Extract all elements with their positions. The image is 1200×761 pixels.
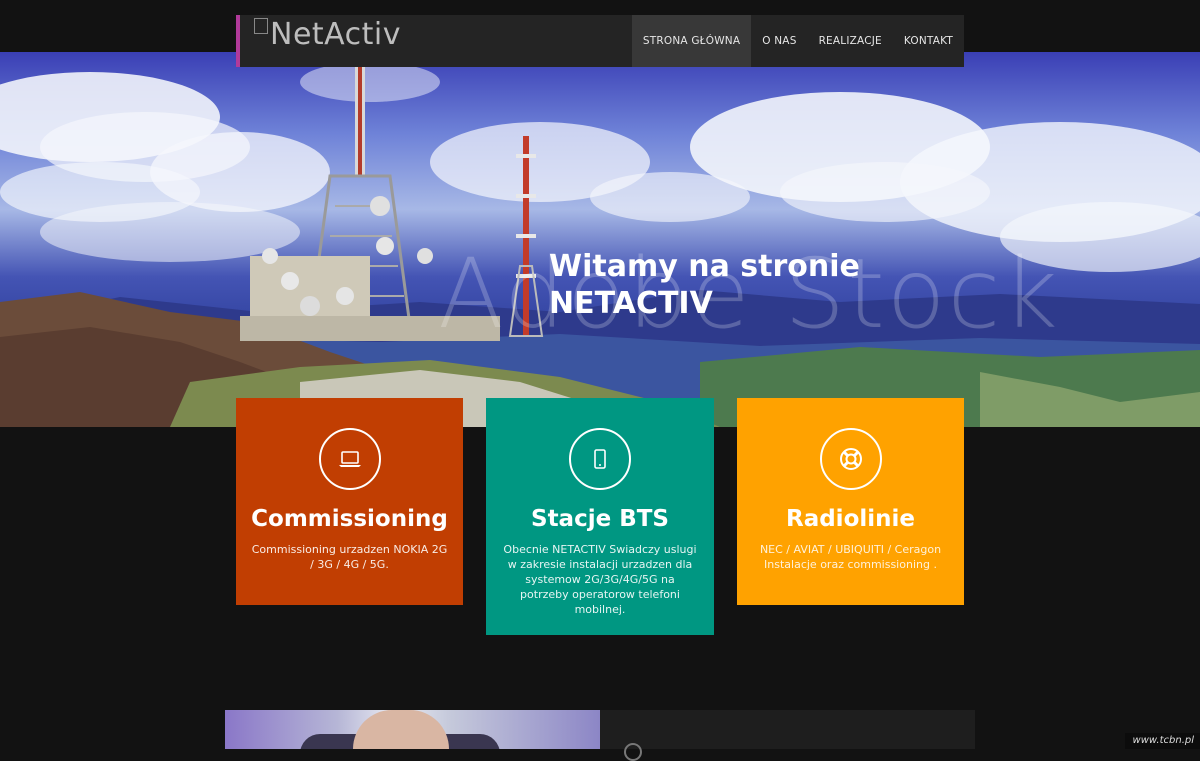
laptop-icon [318,428,381,490]
nav-item-realizacje[interactable]: REALIZACJE [808,15,893,67]
service-card-stacje-bts[interactable]: Stacje BTS Obecnie NETACTIV Swiadczy usl… [486,398,714,635]
nav-item-kontakt[interactable]: KONTAKT [893,15,964,67]
main-nav: STRONA GŁÓWNA O NAS REALIZACJE KONTAKT [631,15,964,67]
hero-title-line2: NETACTIV [549,286,713,321]
nav-item-o-nas[interactable]: O NAS [751,15,807,67]
site-credit: www.tcbn.pl [1124,733,1200,749]
about-panel [600,710,975,761]
logo-text: NetActiv [270,17,402,52]
nav-item-strona-glowna[interactable]: STRONA GŁÓWNA [631,15,752,67]
card-text: Obecnie NETACTIV Swiadczy uslugi w zakre… [503,543,697,616]
card-title: Stacje BTS [531,506,669,532]
mobile-icon [569,428,631,490]
clock-icon [624,743,642,761]
card-text: Commissioning urzadzen NOKIA 2G / 3G / 4… [251,543,448,571]
team-photo [225,710,600,749]
hero-title-line1: Witamy na stronie [549,249,860,284]
navbar: NetActiv STRONA GŁÓWNA O NAS REALIZACJE … [236,15,964,67]
service-card-commissioning[interactable]: Commissioning Commissioning urzadzen NOK… [236,398,463,605]
logo[interactable]: NetActiv [254,17,401,52]
card-title: Radiolinie [785,506,915,532]
broken-image-icon [254,18,268,34]
service-card-radiolinie[interactable]: Radiolinie NEC / AVIAT / UBIQUITI / Cera… [737,398,964,605]
card-title: Commissioning [251,506,448,532]
card-text: NEC / AVIAT / UBIQUITI / Ceragon Instala… [759,543,942,571]
hero-title: Witamy na stronie NETACTIV [549,248,889,322]
hero-banner: Adobe Stock Witamy na stronie NETACTIV [0,52,1200,427]
life-ring-icon [819,428,882,490]
